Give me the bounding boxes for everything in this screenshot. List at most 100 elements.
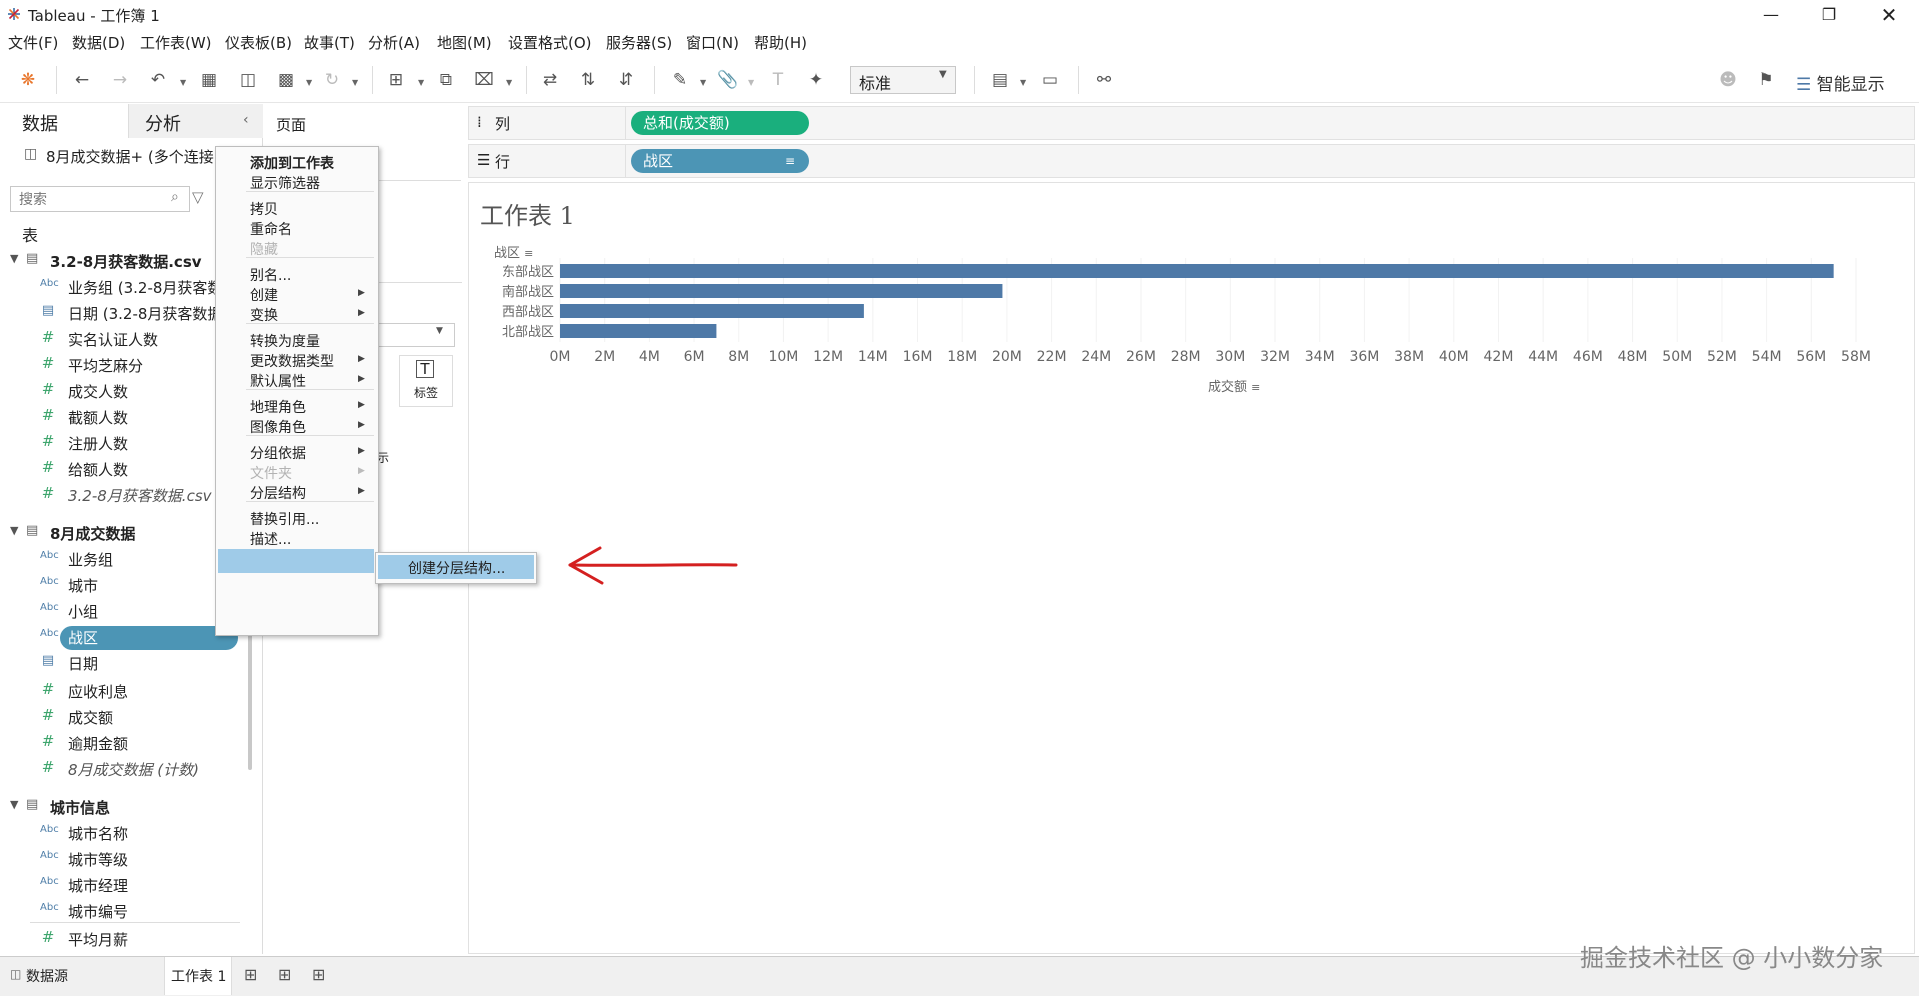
clear-sheet-icon[interactable]: ⌧ (472, 68, 496, 92)
highlight-icon[interactable]: ✎ (668, 68, 692, 92)
menu-help[interactable]: 帮助(H) (754, 30, 807, 56)
new-dashboard-icon[interactable]: ⊞ (278, 965, 291, 984)
pages-card[interactable]: 页面 (268, 108, 461, 140)
search-field[interactable]: ⌕ (10, 186, 190, 212)
category-label[interactable]: 南部战区 (502, 284, 554, 300)
bar[interactable] (560, 304, 864, 318)
field-item[interactable]: # 成交人数 (0, 378, 240, 404)
rows-shelf[interactable]: ☰ 行 战区 ≡ (468, 144, 1915, 178)
menu-analysis[interactable]: 分析(A) (368, 30, 420, 56)
context-menu-item[interactable]: 替换引用... (250, 509, 319, 529)
field-item[interactable]: Abc 城市名称 (0, 820, 240, 846)
restore-button[interactable]: ❐ (1806, 2, 1852, 28)
field-item[interactable]: ▤ 日期 (0, 650, 240, 676)
sort-ascending-icon[interactable]: ⇅ (576, 68, 600, 92)
close-button[interactable]: ✕ (1866, 2, 1912, 28)
context-menu-item[interactable]: 分组依据 (250, 443, 306, 463)
menu-map[interactable]: 地图(M) (437, 30, 492, 56)
field-item[interactable]: Abc 城市等级 (0, 846, 240, 872)
context-menu-item[interactable]: 添加到工作表 (250, 153, 334, 173)
show-mark-labels-icon[interactable]: T (766, 68, 790, 92)
menu-data[interactable]: 数据(D) (72, 30, 125, 56)
redo-icon[interactable]: → (108, 68, 132, 92)
share-icon[interactable]: ⚯ (1092, 68, 1116, 92)
field-item[interactable]: # 应收利息 (0, 678, 240, 704)
menu-story[interactable]: 故事(T) (304, 30, 355, 56)
field-item[interactable]: ▤ 日期 (3.2-8月获客数据.csv) (0, 300, 258, 326)
context-menu-item[interactable]: 地理角色 (250, 397, 306, 417)
context-menu-item[interactable]: 显示筛选器 (250, 173, 320, 193)
field-item[interactable]: Abc 城市经理 (0, 872, 240, 898)
tab-data[interactable]: 数据 (0, 104, 128, 138)
field-item[interactable]: # 注册人数 (0, 430, 240, 456)
sheet-tab[interactable]: 工作表 1 (164, 957, 232, 995)
show-cards-icon[interactable]: ▤ (988, 68, 1012, 92)
context-menu-item[interactable]: 描述... (250, 529, 291, 549)
category-label[interactable]: 北部战区 (502, 325, 554, 340)
swap-axes-icon[interactable]: ⇄ (538, 68, 562, 92)
minimize-button[interactable]: — (1748, 2, 1794, 28)
context-menu-item[interactable]: 转换为度量 (250, 331, 320, 351)
field-item[interactable]: Abc 城市编号 (0, 898, 240, 924)
columns-shelf[interactable]: ⁞ 列 总和(成交额) (468, 106, 1915, 140)
table-group[interactable]: ▼ ▤ 城市信息 (0, 794, 240, 820)
context-menu-item[interactable]: 变换 (250, 305, 278, 325)
label-button[interactable]: T 标签 (399, 355, 453, 407)
field-item[interactable]: # 实名认证人数 (0, 326, 240, 352)
x-axis-title[interactable]: 成交额 ≡ (1208, 376, 1260, 395)
undo-icon[interactable]: ← (70, 68, 94, 92)
context-menu-item[interactable]: 拷贝 (250, 199, 278, 219)
context-menu-item[interactable]: 重命名 (250, 219, 292, 239)
table-group[interactable]: ▼ ▤ 8月成交数据 (0, 520, 240, 546)
expand-icon[interactable]: ▼ (10, 798, 18, 811)
new-worksheet-icon[interactable]: ⊞ (244, 965, 257, 984)
menu-dashboard[interactable]: 仪表板(B) (225, 30, 292, 56)
field-item[interactable]: Abc 小组 (0, 598, 240, 624)
create-hierarchy-item[interactable]: 创建分层结构... (408, 558, 505, 578)
new-story-icon[interactable]: ⊞ (312, 965, 325, 984)
field-item[interactable]: #8月成交数据 (计数) (0, 756, 240, 782)
new-datasource-icon[interactable]: ◫ (236, 68, 260, 92)
field-item[interactable]: # 截额人数 (0, 404, 240, 430)
sort-descending-icon[interactable]: ⇵ (614, 68, 638, 92)
field-item[interactable]: # 平均月薪 (0, 926, 240, 952)
pause-updates-icon[interactable]: ▩ (274, 68, 298, 92)
tableau-start-icon[interactable]: ❋ (16, 68, 40, 92)
field-item[interactable]: # 成交额 (0, 704, 240, 730)
new-worksheet-icon[interactable]: ⊞ (384, 68, 408, 92)
menu-window[interactable]: 窗口(N) (686, 30, 739, 56)
field-item[interactable]: # 平均芝麻分 (0, 352, 240, 378)
field-item[interactable]: # 逾期金额 (0, 730, 240, 756)
category-label[interactable]: 东部战区 (502, 265, 554, 280)
expand-icon[interactable]: ▼ (10, 252, 18, 265)
menu-format[interactable]: 设置格式(O) (508, 30, 592, 56)
refresh-icon[interactable]: ↻ (320, 68, 344, 92)
field-item[interactable]: # 给额人数 (0, 456, 240, 482)
group-members-icon[interactable]: 📎 (716, 68, 740, 92)
context-menu-item[interactable]: 别名... (250, 265, 291, 285)
duplicate-sheet-icon[interactable]: ⧉ (434, 68, 458, 92)
field-item[interactable]: Abc 业务组 (3.2-8月获客数据.csv) (0, 274, 273, 300)
datasource-tab[interactable]: ◫ 数据源 (0, 957, 160, 995)
tab-analysis[interactable]: 分析 ‹ (128, 104, 263, 138)
search-input[interactable] (17, 189, 171, 211)
replace-datasource-icon[interactable]: ↶ (146, 68, 170, 92)
table-group[interactable]: ▼ ▤ 3.2-8月获客数据.csv (0, 248, 240, 274)
field-item[interactable]: Abc 城市 (0, 572, 240, 598)
collapse-panel-icon[interactable]: ‹ (243, 112, 249, 128)
menu-server[interactable]: 服务器(S) (606, 30, 672, 56)
bar[interactable] (560, 264, 1834, 278)
filter-icon[interactable]: ▽ (192, 188, 204, 206)
fix-axes-icon[interactable]: ✦ (804, 68, 828, 92)
show-me-button[interactable]: ☰ 智能显示 (1796, 70, 1885, 95)
category-label[interactable]: 西部战区 (502, 305, 554, 320)
field-item[interactable]: #3.2-8月获客数据.csv (计数) (0, 482, 258, 508)
context-menu-item[interactable]: 图像角色 (250, 417, 306, 437)
rows-pill[interactable]: 战区 ≡ (631, 149, 809, 173)
field-item-selected[interactable]: Abc 战区 (0, 624, 240, 650)
context-menu-item[interactable]: 更改数据类型 (250, 351, 334, 371)
field-item[interactable]: Abc 业务组 (0, 546, 240, 572)
panel-scrollbar[interactable] (248, 620, 252, 770)
ask-data-icon[interactable]: ☻ (1716, 68, 1740, 92)
menu-worksheet[interactable]: 工作表(W) (140, 30, 212, 56)
